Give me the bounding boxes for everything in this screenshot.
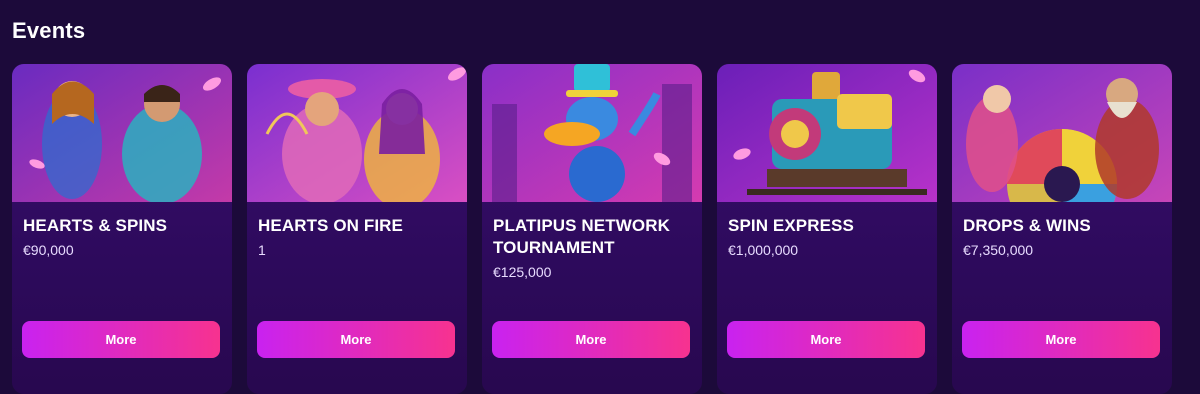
event-prize: €125,000 [493, 264, 552, 280]
more-button[interactable]: More [962, 321, 1160, 358]
section-title: Events [12, 18, 86, 43]
event-card-hearts-spins[interactable]: HEARTS & SPINS €90,000 More [12, 64, 232, 394]
drops-wins-wheel-art [952, 64, 1172, 202]
event-name: DROPS & WINS [963, 216, 1091, 235]
event-banner[interactable] [12, 64, 232, 202]
event-name: HEARTS ON FIRE [258, 216, 403, 235]
event-banner[interactable] [717, 64, 937, 202]
event-prize: 1 [258, 242, 266, 258]
spin-express-train-art [717, 64, 937, 202]
hearts-on-fire-art [247, 64, 467, 202]
event-card-platipus[interactable]: PLATIPUS NETWORK TOURNAMENT €125,000 Mor… [482, 64, 702, 394]
event-banner[interactable] [482, 64, 702, 202]
event-card-drops-wins[interactable]: DROPS & WINS €7,350,000 More [952, 64, 1172, 394]
event-prize: €7,350,000 [963, 242, 1034, 258]
platipus-duck-art [482, 64, 702, 202]
event-card-hearts-on-fire[interactable]: HEARTS ON FIRE 1 More [247, 64, 467, 394]
more-button[interactable]: More [492, 321, 690, 358]
event-name: SPIN EXPRESS [728, 216, 854, 235]
event-card-spin-express[interactable]: SPIN EXPRESS €1,000,000 More [717, 64, 937, 394]
event-prize: €1,000,000 [728, 242, 799, 258]
more-button[interactable]: More [727, 321, 925, 358]
event-prize: €90,000 [23, 242, 74, 258]
more-button[interactable]: More [257, 321, 455, 358]
event-name: HEARTS & SPINS [23, 216, 168, 235]
event-banner[interactable] [247, 64, 467, 202]
more-button[interactable]: More [22, 321, 220, 358]
event-banner[interactable] [952, 64, 1172, 202]
events-list: HEARTS & SPINS €90,000 More HEARTS ON FI… [12, 64, 1172, 394]
hearts-spins-art [12, 64, 232, 202]
event-name: PLATIPUS NETWORK TOURNAMENT [493, 216, 670, 257]
